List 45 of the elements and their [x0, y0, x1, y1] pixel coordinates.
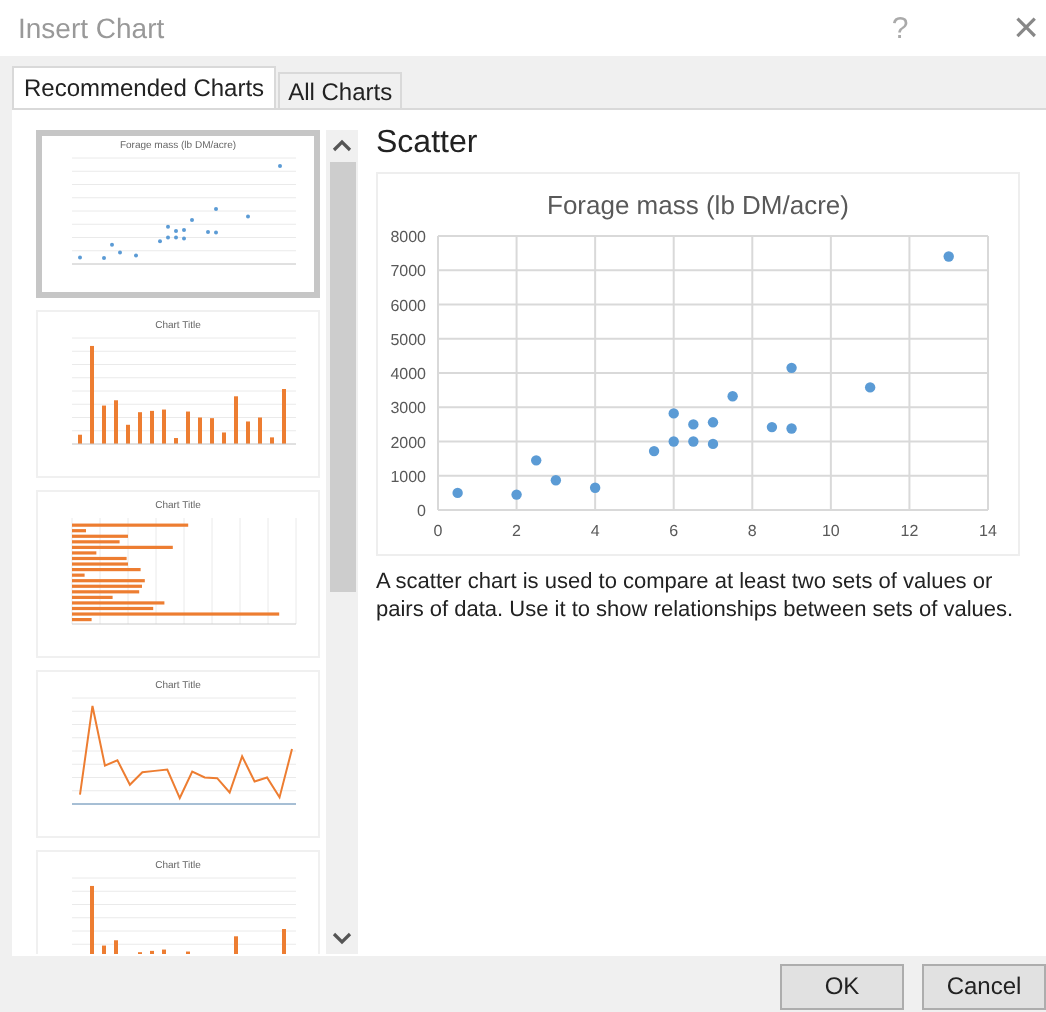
chart-type-heading: Scatter [376, 126, 480, 162]
x-tick-label: 10 [821, 522, 840, 540]
ok-button[interactable]: OK [780, 963, 904, 1009]
y-tick-label: 0 [417, 502, 426, 520]
data-point [766, 421, 778, 433]
y-tick-label: 4000 [390, 365, 426, 383]
tab[interactable]: All Charts [278, 72, 403, 108]
y-tick-label: 3000 [390, 399, 426, 418]
x-tick-label: 12 [900, 522, 919, 540]
data-point [668, 408, 679, 419]
close-button[interactable]: × [1006, 6, 1046, 50]
chart-description: A scatter chart is used to compare at least two sets of values or pairs of data. Use it to show relationships between sets of values. [376, 568, 1016, 624]
y-tick-label: 6000 [390, 296, 426, 315]
y-tick-label: 1000 [390, 467, 426, 486]
data-point [786, 423, 797, 434]
data-point [707, 438, 719, 450]
data-point [688, 419, 699, 430]
tab[interactable]: Recommended Charts [12, 66, 277, 108]
data-point [550, 475, 562, 486]
chart-title: Forage mass (lb DM/acre) [547, 190, 849, 220]
data-point [531, 455, 542, 466]
data-point [668, 436, 679, 447]
x-tick-label: 4 [590, 522, 600, 540]
data-point [864, 382, 876, 393]
x-tick-label: 8 [747, 522, 757, 540]
data-point [943, 251, 954, 262]
data-point [786, 362, 797, 374]
data-point [727, 391, 738, 402]
x-tick-label: 6 [669, 522, 679, 540]
data-point [589, 482, 601, 493]
scrollbar-thumb[interactable] [329, 162, 355, 592]
data-point [688, 436, 699, 447]
cancel-button[interactable]: Cancel [922, 963, 1046, 1009]
x-tick-label: 2 [512, 522, 521, 540]
data-point [648, 445, 660, 457]
x-tick-label: 0 [433, 522, 443, 540]
x-tick-label: 14 [979, 522, 997, 540]
data-point [511, 489, 522, 500]
y-tick-label: 2000 [390, 433, 426, 452]
y-tick-label: 7000 [390, 262, 426, 281]
data-point [707, 417, 719, 428]
y-tick-label: 8000 [390, 228, 426, 246]
window-title: Insert Chart [18, 12, 167, 44]
y-tick-label: 5000 [390, 330, 426, 349]
data-point [452, 487, 463, 499]
